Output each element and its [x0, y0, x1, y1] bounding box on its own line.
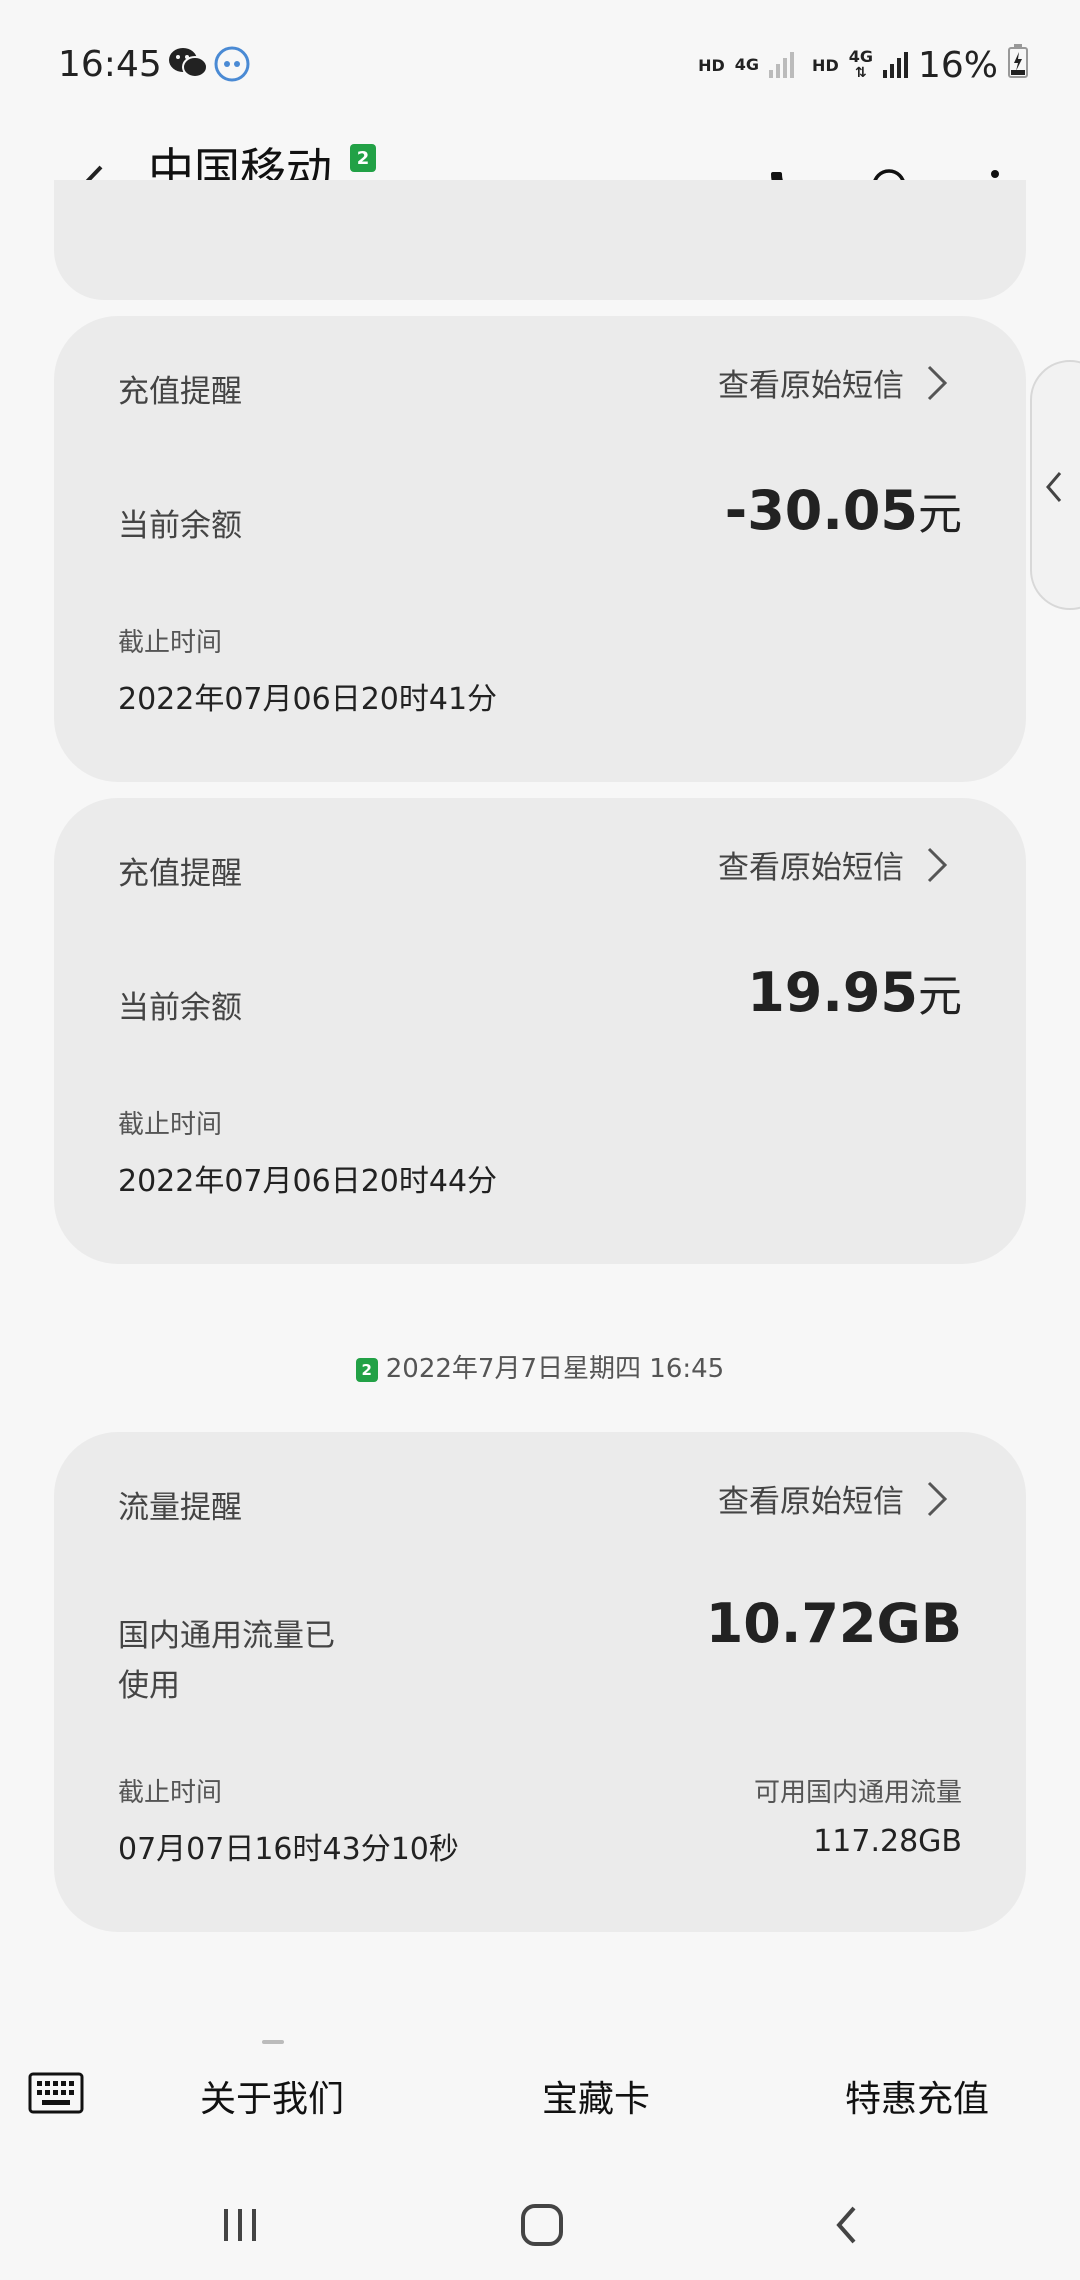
- menu-special-recharge[interactable]: 特惠充值: [845, 2070, 989, 2122]
- card-title: 流量提醒: [118, 1490, 242, 1526]
- chevron-right-icon: [927, 1481, 948, 1516]
- link-label: 查看原始短信: [718, 1484, 904, 1520]
- deadline-value: 2022年07月06日20时44分: [118, 1164, 498, 1199]
- link-label: 查看原始短信: [718, 368, 904, 404]
- menu-about-us[interactable]: 关于我们: [200, 2070, 344, 2122]
- remaining-data-label: 可用国内通用流量: [753, 1778, 962, 1808]
- deadline-label: 截止时间: [118, 628, 223, 658]
- chevron-right-icon: [927, 847, 948, 882]
- balance-label: 当前余额: [118, 508, 242, 544]
- keyboard-icon: [28, 2072, 84, 2114]
- card-title: 充值提醒: [118, 856, 242, 892]
- nav-back-button[interactable]: [806, 2195, 886, 2255]
- home-button[interactable]: [502, 2195, 582, 2255]
- chevron-right-icon: [927, 365, 948, 400]
- sim-badge: 2: [355, 1357, 378, 1382]
- status-time: 16:45: [58, 44, 162, 85]
- chevron-left-icon: [1046, 472, 1062, 502]
- status-indicators: HD 4G HD 4G ⇅ 16%: [698, 40, 1028, 90]
- recent-apps-button[interactable]: [200, 2195, 280, 2255]
- home-icon: [521, 2204, 563, 2246]
- deadline-value: 07月07日16时43分10秒: [118, 1832, 459, 1867]
- balance-amount: -30.05元: [724, 479, 962, 542]
- deadline-label: 截止时间: [118, 1110, 223, 1140]
- system-navigation-bar: [0, 2170, 1080, 2280]
- nav-back-icon: [836, 2206, 856, 2244]
- menu-treasure-card[interactable]: 宝藏卡: [542, 2070, 650, 2122]
- status-bar: 16:45 HD 4G HD 4G ⇅ 16%: [0, 0, 1080, 130]
- wechat-icon: [168, 46, 208, 84]
- signal-icon-2: [882, 52, 908, 78]
- view-original-sms-link[interactable]: 查看原始短信: [718, 360, 948, 405]
- hd-indicator: HD: [698, 55, 725, 75]
- date-separator: 2 2022年7月7日星期四 16:45: [0, 1348, 1080, 1385]
- balance-amount: 19.95元: [747, 961, 962, 1024]
- service-menu: 关于我们 宝藏卡 特惠充值: [0, 2050, 1080, 2150]
- battery-percent: 16%: [917, 44, 998, 86]
- message-card: 充值提醒 查看原始短信 当前余额 19.95元 截止时间 2022年07月06日…: [54, 798, 1026, 1264]
- message-card-partial: [54, 180, 1026, 300]
- date-separator-text: 2022年7月7日星期四 16:45: [385, 1354, 725, 1384]
- sim-badge: 2: [350, 144, 376, 172]
- data-used-amount: 10.72GB: [705, 1592, 962, 1655]
- balance-label: 当前余额: [118, 990, 242, 1026]
- view-original-sms-link[interactable]: 查看原始短信: [718, 1476, 948, 1521]
- signal-icon: [769, 52, 795, 78]
- data-usage-label-2: 使用: [118, 1668, 180, 1704]
- edge-panel-handle[interactable]: [1030, 360, 1080, 610]
- data-usage-label: 国内通用流量已: [118, 1618, 335, 1654]
- card-title: 充值提醒: [118, 374, 242, 410]
- keyboard-toggle-button[interactable]: [28, 2072, 84, 2114]
- view-original-sms-link[interactable]: 查看原始短信: [718, 842, 948, 887]
- menu-drag-handle[interactable]: [262, 2040, 284, 2044]
- battery-charging-icon: [1008, 43, 1028, 87]
- deadline-label: 截止时间: [118, 1778, 223, 1808]
- message-card: 流量提醒 查看原始短信 国内通用流量已 使用 10.72GB 截止时间 07月0…: [54, 1432, 1026, 1932]
- message-card: 充值提醒 查看原始短信 当前余额 -30.05元 截止时间 2022年07月06…: [54, 316, 1026, 782]
- app-notification-icon: [214, 46, 250, 86]
- remaining-data-value: 117.28GB: [813, 1824, 962, 1859]
- deadline-value: 2022年07月06日20时41分: [118, 682, 498, 717]
- recent-apps-icon: [224, 2209, 256, 2241]
- network-type-2: 4G ⇅: [848, 47, 873, 82]
- hd-indicator-2: HD: [812, 55, 839, 75]
- network-type-1: 4G: [734, 55, 760, 74]
- link-label: 查看原始短信: [718, 850, 904, 886]
